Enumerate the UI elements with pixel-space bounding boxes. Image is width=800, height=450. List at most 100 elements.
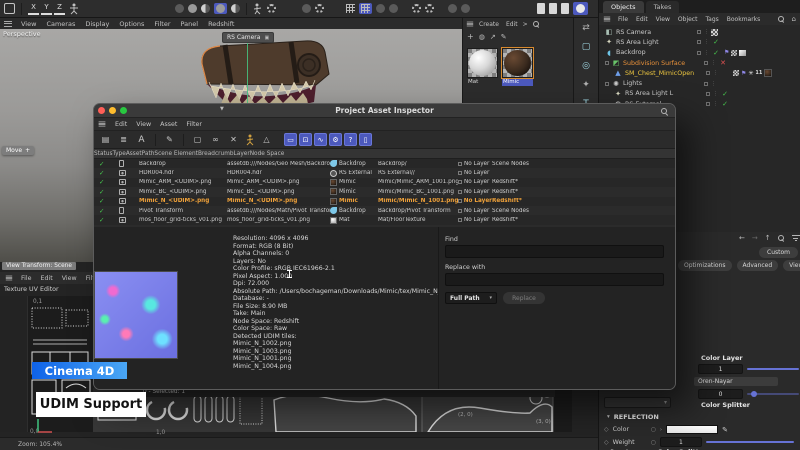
objects-menu-item[interactable]: Tags bbox=[705, 16, 718, 23]
disabled-cross-icon[interactable]: ✕ bbox=[718, 59, 728, 67]
tab-takes[interactable]: Takes bbox=[646, 1, 680, 13]
search-icon[interactable] bbox=[661, 108, 668, 115]
swap-arrows-icon[interactable]: ⇄ bbox=[582, 23, 590, 33]
object-tree-item[interactable]: ◩Subdivision Surface⋮✕ bbox=[599, 58, 800, 68]
quantize-settings-icon[interactable] bbox=[425, 4, 434, 13]
replace-button[interactable]: Replace bbox=[503, 292, 545, 304]
objects-menu-item[interactable]: View bbox=[656, 16, 670, 23]
attribute-tab[interactable]: Advanced bbox=[737, 260, 779, 271]
axis-lock-button[interactable]: Y bbox=[41, 2, 52, 15]
enable-checkbox[interactable] bbox=[706, 102, 710, 106]
camera-tag[interactable]: RS Camera ▣ bbox=[222, 32, 274, 43]
delete-icon[interactable]: ✕ bbox=[227, 133, 240, 146]
asset-row[interactable]: ✓Mimic_ARM_<UDIM>.pngMimic_ARM_<UDIM>.pn… bbox=[94, 178, 675, 187]
material-item-selected[interactable]: Mimic bbox=[502, 48, 533, 86]
layer-checkbox[interactable] bbox=[458, 180, 462, 184]
up-arrow-icon[interactable]: ↑ bbox=[765, 234, 771, 242]
texture-tag-icon[interactable] bbox=[731, 50, 737, 56]
material-thumb-tag-icon[interactable] bbox=[764, 69, 772, 77]
objects-menu-icon[interactable] bbox=[604, 17, 610, 22]
project-asset-inspector-dialog[interactable]: Project Asset Inspector EditViewAssetFil… bbox=[93, 103, 676, 390]
frame-icon[interactable]: ▢ bbox=[191, 133, 204, 146]
layer-checkbox[interactable] bbox=[458, 162, 462, 166]
enabled-check-icon[interactable]: ✓ bbox=[711, 38, 721, 46]
axis-lock-button[interactable]: X bbox=[28, 2, 39, 15]
object-tree-item[interactable]: ✦RS Area Light L⋮✓ bbox=[599, 89, 800, 99]
layer-checkbox[interactable] bbox=[458, 209, 462, 213]
attribute-tab[interactable]: Optimizations bbox=[678, 260, 732, 271]
weight-slider[interactable] bbox=[706, 441, 794, 443]
animation-dot-icon[interactable]: ○ bbox=[651, 426, 656, 433]
quantize-icon[interactable] bbox=[412, 4, 421, 13]
keyframe-diamond-icon[interactable]: ◇ bbox=[604, 439, 609, 446]
home-icon[interactable]: ⌂ bbox=[792, 15, 796, 23]
enable-checkbox[interactable] bbox=[706, 71, 710, 75]
render-settings-icon[interactable] bbox=[561, 3, 569, 14]
eyedropper-icon[interactable]: ✎ bbox=[722, 426, 728, 434]
viewport-menu-item[interactable]: View bbox=[21, 20, 36, 28]
uv-tag-icon[interactable]: 11 bbox=[755, 70, 762, 76]
objects-menu-item[interactable]: Edit bbox=[636, 16, 648, 23]
sphere-primitive-icon[interactable]: ◎ bbox=[582, 61, 590, 71]
lock-axis-icon[interactable] bbox=[448, 4, 457, 13]
help-icon[interactable]: ? bbox=[344, 133, 357, 146]
shading-icon[interactable] bbox=[201, 4, 210, 13]
asset-row[interactable]: ✓Mimic_N_<UDIM>.pngMimic_N_<UDIM>.pngMim… bbox=[94, 197, 675, 206]
pick-material-icon[interactable]: ✎ bbox=[501, 33, 507, 41]
audio-filter-icon[interactable]: ∿ bbox=[314, 133, 327, 146]
enable-checkbox[interactable] bbox=[697, 40, 701, 44]
document-filter-icon[interactable]: ▯ bbox=[359, 133, 372, 146]
object-tree-item[interactable]: ▲SM_Chest_MimicOpen⋮⚑✳11 bbox=[599, 68, 800, 78]
workplane-mode-icon[interactable] bbox=[389, 4, 398, 13]
material-ball-icon[interactable]: ◍ bbox=[479, 33, 485, 41]
enable-checkbox[interactable] bbox=[704, 82, 708, 86]
expand-toggle[interactable] bbox=[605, 61, 609, 65]
dialog-menu-item[interactable]: Edit bbox=[115, 121, 127, 128]
mode-dropdown[interactable]: ▾ bbox=[604, 397, 671, 408]
viewport-filter-icon[interactable]: ⊡ bbox=[299, 133, 312, 146]
simulate-icon[interactable] bbox=[188, 4, 197, 13]
sort-indicator-icon[interactable]: ▼ bbox=[220, 106, 224, 112]
eyedropper-icon[interactable]: ✎ bbox=[163, 133, 176, 146]
layers-icon[interactable]: ≣ bbox=[117, 133, 130, 146]
keyframe-diamond-icon[interactable]: ◇ bbox=[604, 426, 609, 433]
shading-selected-icon[interactable] bbox=[214, 3, 227, 14]
folder-icon[interactable]: ▤ bbox=[99, 133, 112, 146]
viewport-menu-item[interactable]: Panel bbox=[181, 20, 199, 28]
oren-nayar-slider-handle[interactable] bbox=[751, 391, 757, 397]
grid-snap-selected-icon[interactable] bbox=[359, 3, 372, 14]
oren-nayar-header[interactable]: Oren-Nayar bbox=[694, 377, 778, 386]
uv-menu-item[interactable]: Edit bbox=[41, 275, 53, 282]
asset-row[interactable]: ✓mos_floor_grid-ticks_v01.pngmos_floor_g… bbox=[94, 215, 675, 224]
oren-nayar-value[interactable]: 0 bbox=[698, 389, 743, 399]
viewport-menu-icon[interactable] bbox=[4, 21, 12, 27]
assign-arrow-icon[interactable]: ↗ bbox=[490, 33, 496, 41]
enable-checkbox[interactable] bbox=[704, 61, 708, 65]
menu-overflow-indicator[interactable]: > bbox=[523, 21, 528, 28]
column-header[interactable]: Layer bbox=[234, 151, 250, 157]
rectangle-select-icon[interactable]: ▢ bbox=[582, 42, 591, 52]
texture-tag-icon[interactable] bbox=[733, 70, 739, 76]
link-icon[interactable]: ∞ bbox=[209, 133, 222, 146]
app-icon[interactable] bbox=[4, 3, 15, 14]
phong-tag-icon[interactable]: ✳ bbox=[748, 70, 753, 77]
search-icon[interactable] bbox=[533, 21, 540, 28]
star-primitive-icon[interactable]: ✦ bbox=[582, 80, 590, 90]
enabled-check-icon[interactable]: ✓ bbox=[711, 49, 721, 57]
character-tool-icon[interactable] bbox=[253, 3, 263, 15]
flag-tag-icon[interactable]: ⚑ bbox=[724, 49, 729, 56]
reflection-section-header[interactable]: ▾ REFLECTION bbox=[607, 413, 659, 421]
render-view-icon[interactable] bbox=[537, 3, 545, 14]
forward-arrow-icon[interactable]: → bbox=[752, 234, 758, 242]
layer-checkbox[interactable] bbox=[458, 171, 462, 175]
enabled-check-icon[interactable]: ✓ bbox=[720, 100, 730, 108]
flag-tag-icon[interactable]: ⚑ bbox=[741, 70, 746, 77]
material-menu-icon[interactable] bbox=[467, 22, 473, 27]
uv-menu-item[interactable]: File bbox=[21, 275, 32, 282]
add-material-icon[interactable]: + bbox=[467, 32, 474, 41]
objects-menu-item[interactable]: Bookmarks bbox=[727, 16, 761, 23]
dialog-menu-item[interactable]: View bbox=[136, 121, 151, 128]
asset-row[interactable]: ✓HDR004.hdrHDR004.hdrRS ExternalRS Exter… bbox=[94, 168, 675, 177]
find-input[interactable] bbox=[445, 245, 664, 258]
uv-menu-item[interactable]: View bbox=[62, 275, 77, 282]
